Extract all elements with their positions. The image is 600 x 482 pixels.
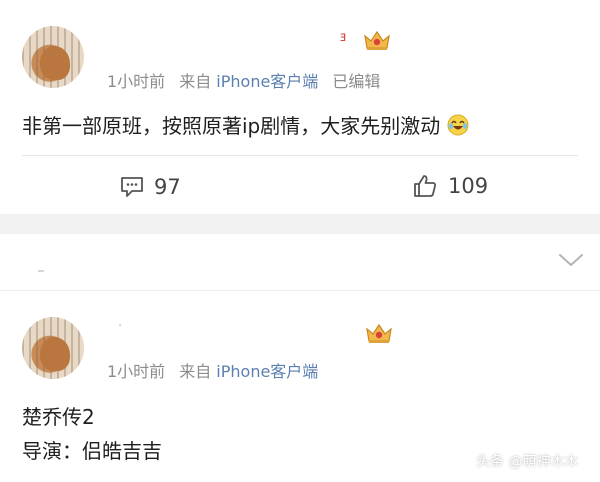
watermark: 头条 @萌神木木 [476,454,579,470]
source-prefix: 来自 [179,72,212,91]
crown-badge-icon[interactable] [362,28,392,52]
like-count: 109 [448,174,489,198]
user-avatar[interactable] [22,26,84,88]
collapsed-placeholder [38,270,44,272]
user-avatar[interactable] [22,317,84,379]
comment-button[interactable]: 97 [120,175,181,199]
post-time: 1小时前 [107,362,166,381]
avatar-pet [40,46,70,80]
post-text: 非第一部原班，按照原著ip剧情，大家先别激动 [22,110,469,139]
post-card-2: · 1小时前 来自 iPhone客户端 楚乔传2 导演：侣皓吉吉 头条 @萌神木木 [0,291,600,482]
expand-toggle[interactable] [558,252,584,268]
source-prefix: 来自 [179,362,212,381]
feed-separator [0,214,600,234]
post-text-body: 非第一部原班，按照原著ip剧情，大家先别激动 [22,114,441,138]
username-fragment[interactable]: ⱻ [340,30,346,45]
username-fragment[interactable]: · [118,319,122,334]
comment-count: 97 [154,175,181,199]
post-time: 1小时前 [107,72,166,91]
crown-badge-icon[interactable] [364,321,394,345]
comment-icon [121,177,143,197]
edited-label: 已编辑 [332,72,381,91]
post-meta: 1小时前 来自 iPhone客户端 [107,358,318,382]
action-divider [22,155,578,156]
source-link[interactable]: iPhone客户端 [216,72,318,91]
collapsed-row[interactable] [0,234,600,290]
like-button[interactable]: 109 [412,173,488,199]
laughing-tears-emoji [447,114,469,136]
source-link[interactable]: iPhone客户端 [216,362,318,381]
post-text-line: 楚乔传2 [22,405,95,429]
post-text-line: 导演：侣皓吉吉 [22,439,162,463]
chevron-down-icon [559,254,583,266]
thumbs-up-icon [414,175,436,197]
post-card-1: ⱻ 1小时前 来自 iPhone客户端 已编辑 非第一部原班，按照原著ip剧情，大家… [0,0,600,214]
post-meta: 1小时前 来自 iPhone客户端 已编辑 [107,68,380,92]
avatar-pet [40,337,70,371]
